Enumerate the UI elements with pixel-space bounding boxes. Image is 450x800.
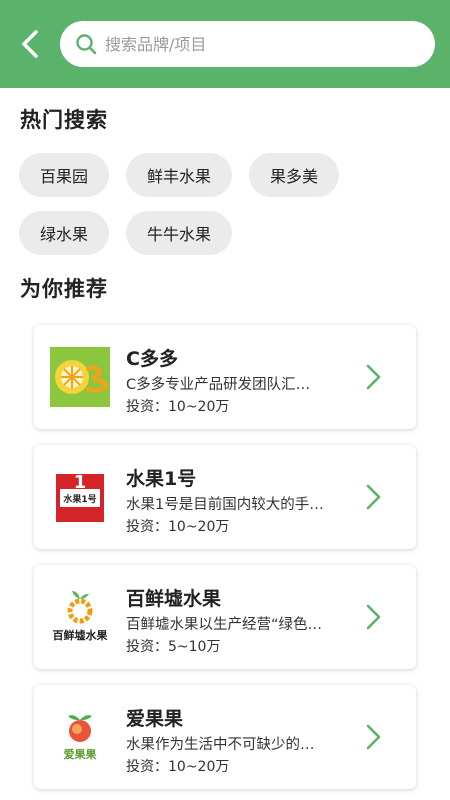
hot-tag[interactable]: 百果园 [19, 153, 110, 197]
hot-tag[interactable]: 牛牛水果 [126, 211, 233, 255]
brand-name: 水果1号 [126, 468, 197, 490]
hot-tag[interactable]: 果多美 [249, 153, 340, 197]
chevron-right-icon [364, 602, 382, 632]
brand-logo: 爱果果 [50, 707, 110, 767]
brand-name: C多多 [126, 348, 178, 370]
brand-name: 爱果果 [126, 708, 184, 730]
hot-tag[interactable]: 鲜丰水果 [126, 153, 233, 197]
brand-logo: 百鲜墟水果 [50, 587, 110, 647]
investment-range: 投资：10~20万 [126, 759, 230, 775]
chevron-left-icon [22, 30, 38, 58]
brand-description: 水果作为生活中不可缺少的… [126, 737, 315, 753]
brand-description: C多多专业产品研发团队汇… [126, 377, 311, 393]
top-bar [0, 0, 450, 88]
hot-search-title: 热门搜索 [20, 108, 108, 132]
brand-description: 水果1号是目前国内较大的手… [126, 497, 324, 513]
search-input[interactable] [105, 34, 385, 54]
recommend-card[interactable]: C多多 C多多专业产品研发团队汇… 投资：10~20万 [34, 325, 416, 429]
investment-range: 投资：10~20万 [126, 519, 230, 535]
search-box[interactable] [60, 21, 435, 67]
recommend-card[interactable]: 百鲜墟水果 百鲜墟水果 百鲜墟水果以生产经营“绿色… 投资：5~10万 [34, 565, 416, 669]
investment-range: 投资：5~10万 [126, 639, 221, 655]
chevron-right-icon [364, 722, 382, 752]
svg-text:爱果果: 爱果果 [64, 748, 97, 761]
hot-search-tags: 百果园 鲜丰水果 果多美 绿水果 牛牛水果 [19, 153, 439, 255]
search-icon [75, 33, 97, 55]
chevron-right-icon [364, 362, 382, 392]
svg-text:百鲜墟水果: 百鲜墟水果 [53, 628, 108, 642]
brand-description: 百鲜墟水果以生产经营“绿色… [126, 617, 323, 633]
recommend-list: C多多 C多多专业产品研发团队汇… 投资：10~20万 1 水果1号 水果1号 … [34, 325, 416, 800]
investment-range: 投资：10~20万 [126, 399, 230, 415]
back-button[interactable] [14, 24, 46, 64]
svg-text:水果1号: 水果1号 [63, 493, 96, 505]
recommend-card[interactable]: 爱果果 爱果果 水果作为生活中不可缺少的… 投资：10~20万 [34, 685, 416, 789]
recommend-title: 为你推荐 [20, 277, 108, 301]
chevron-right-icon [364, 482, 382, 512]
brand-logo [50, 347, 110, 407]
svg-text:1: 1 [74, 472, 87, 493]
brand-name: 百鲜墟水果 [126, 588, 222, 610]
recommend-card[interactable]: 1 水果1号 水果1号 水果1号是目前国内较大的手… 投资：10~20万 [34, 445, 416, 549]
brand-logo: 1 水果1号 [50, 467, 110, 527]
hot-tag[interactable]: 绿水果 [19, 211, 110, 255]
